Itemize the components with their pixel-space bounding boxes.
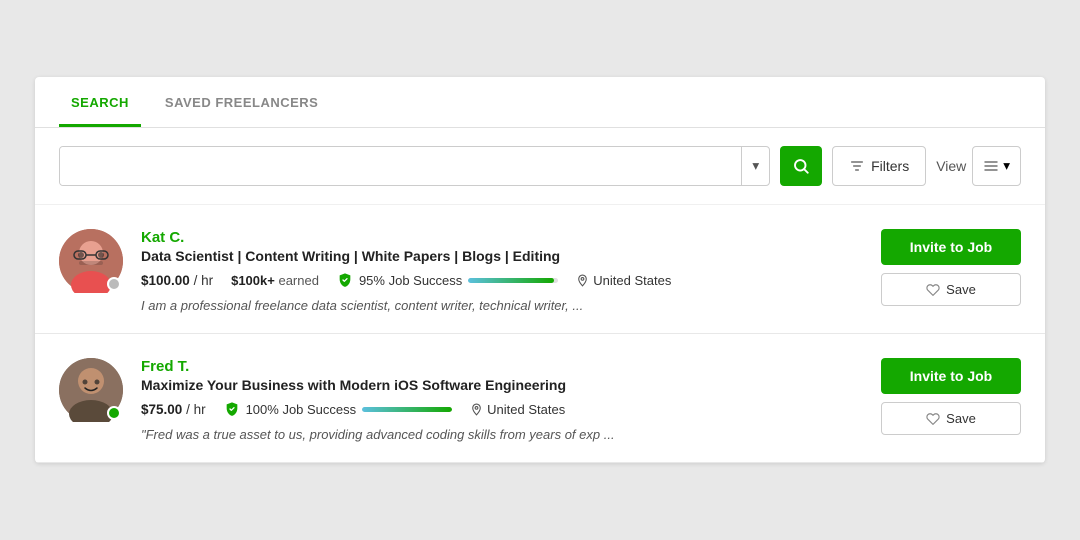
freelancer-meta-2: $75.00 / hr 100% Job Success	[141, 401, 863, 417]
freelancer-title-2: Maximize Your Business with Modern iOS S…	[141, 377, 863, 393]
search-icon	[792, 157, 810, 175]
save-button-1[interactable]: Save	[881, 273, 1021, 306]
location-icon-1	[576, 274, 589, 287]
location-icon-2	[470, 403, 483, 416]
heart-icon-1	[926, 283, 940, 297]
shield-icon-2	[224, 401, 240, 417]
freelancer-job-success-2: 100% Job Success	[224, 401, 453, 417]
search-submit-button[interactable]	[780, 146, 822, 186]
progress-fill-2	[362, 407, 452, 412]
chevron-down-icon	[752, 158, 759, 174]
card-actions-2: Invite to Job Save	[881, 358, 1021, 435]
freelancer-card-2: Fred T. Maximize Your Business with Mode…	[35, 334, 1045, 463]
progress-bar-2	[362, 407, 452, 412]
freelancer-location-2: United States	[470, 402, 565, 417]
view-chevron-icon	[1003, 158, 1010, 174]
search-dropdown-button[interactable]	[741, 147, 769, 185]
freelancer-bio-2: "Fred was a true asset to us, providing …	[141, 427, 863, 442]
invite-button-2[interactable]: Invite to Job	[881, 358, 1021, 394]
card-body-1: Kat C. Data Scientist | Content Writing …	[141, 229, 863, 313]
freelancer-name-1[interactable]: Kat C.	[141, 229, 863, 246]
filters-button[interactable]: Filters	[832, 146, 926, 186]
freelancer-location-1: United States	[576, 273, 671, 288]
view-controls: View	[936, 146, 1021, 186]
list-view-icon	[983, 158, 999, 174]
main-container: SEARCH SAVED FREELANCERS Filters Vie	[35, 77, 1045, 463]
filter-icon	[849, 158, 865, 174]
tabs-bar: SEARCH SAVED FREELANCERS	[35, 77, 1045, 128]
search-input[interactable]	[60, 147, 741, 185]
tab-saved-freelancers[interactable]: SAVED FREELANCERS	[153, 77, 330, 127]
search-bar-area: Filters View	[35, 128, 1045, 205]
progress-bar-1	[468, 278, 558, 283]
status-dot-2	[107, 406, 121, 420]
freelancer-name-2[interactable]: Fred T.	[141, 358, 863, 375]
tab-search[interactable]: SEARCH	[59, 77, 141, 127]
card-body-2: Fred T. Maximize Your Business with Mode…	[141, 358, 863, 442]
freelancer-earned-1: $100k+ earned	[231, 273, 319, 288]
avatar-wrap-1	[59, 229, 123, 293]
status-dot-1	[107, 277, 121, 291]
view-toggle-button[interactable]	[972, 146, 1021, 186]
view-label: View	[936, 158, 966, 174]
search-input-wrapper	[59, 146, 770, 186]
avatar-wrap-2	[59, 358, 123, 422]
card-actions-1: Invite to Job Save	[881, 229, 1021, 306]
freelancer-job-success-1: 95% Job Success	[337, 272, 558, 288]
freelancer-rate-2: $75.00 / hr	[141, 402, 206, 417]
freelancer-bio-1: I am a professional freelance data scien…	[141, 298, 863, 313]
invite-button-1[interactable]: Invite to Job	[881, 229, 1021, 265]
freelancer-title-1: Data Scientist | Content Writing | White…	[141, 248, 863, 264]
freelancer-card-1: Kat C. Data Scientist | Content Writing …	[35, 205, 1045, 334]
shield-icon-1	[337, 272, 353, 288]
freelancer-meta-1: $100.00 / hr $100k+ earned 95% Job Succe…	[141, 272, 863, 288]
freelancer-rate-1: $100.00 / hr	[141, 273, 213, 288]
progress-fill-1	[468, 278, 554, 283]
filters-label: Filters	[871, 158, 909, 174]
heart-icon-2	[926, 412, 940, 426]
save-button-2[interactable]: Save	[881, 402, 1021, 435]
